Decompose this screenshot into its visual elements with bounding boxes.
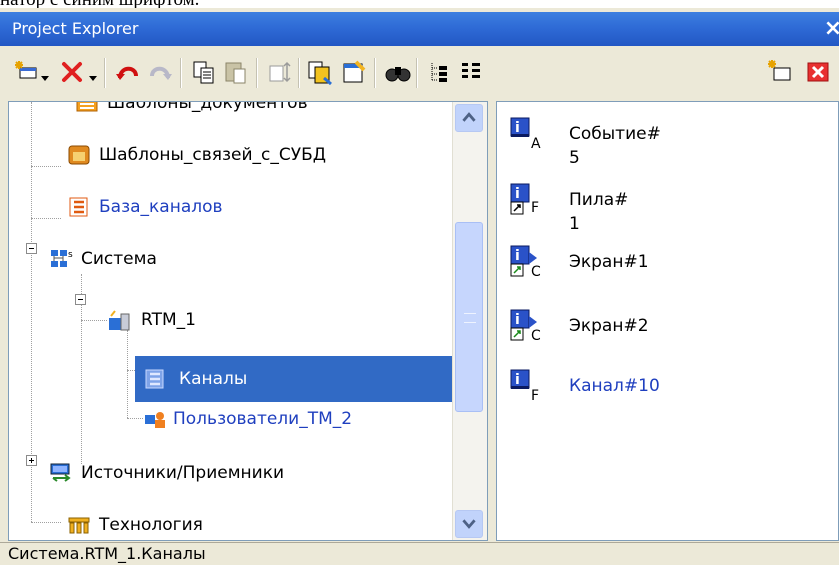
tree-item-label: Система — [81, 249, 157, 269]
svg-text:C: C — [531, 264, 541, 280]
list-item-label: Событие# 5 — [569, 124, 661, 168]
new-window-icon[interactable] — [766, 58, 794, 86]
status-bar: Система.RTM_1.Каналы — [0, 542, 839, 565]
status-path: Система.RTM_1.Каналы — [8, 544, 206, 563]
tree-item-channels[interactable]: Каналы — [135, 356, 455, 402]
svg-text:s: s — [68, 250, 73, 260]
system-network-icon: s — [49, 247, 73, 271]
window-title: Project Explorer — [12, 19, 139, 38]
database-template-icon — [67, 143, 91, 167]
svg-text:i: i — [515, 120, 520, 136]
project-tree[interactable]: Шаблоны_документов Шаблоны_связей_с_СУБД… — [8, 101, 488, 541]
project-explorer-window: Project Explorer × Шаблоны_документов Ша… — [0, 8, 839, 565]
list-item-label: Канал#10 — [569, 376, 660, 396]
delete-icon[interactable] — [58, 58, 86, 86]
screen-channel-icon: iC — [507, 306, 547, 346]
tree-item-label: Шаблоны_документов — [107, 101, 308, 113]
svg-text:i: i — [515, 312, 520, 328]
new-item-icon[interactable] — [12, 58, 40, 86]
list-view-icon[interactable] — [458, 58, 486, 86]
template-folder-icon — [75, 102, 99, 115]
copy-icon[interactable] — [190, 58, 218, 86]
rtm-server-icon — [107, 308, 131, 332]
saw-channel-icon: iF — [507, 180, 547, 220]
chevron-down-icon — [462, 519, 476, 529]
find-icon[interactable] — [384, 58, 412, 86]
list-item-label: Экран#2 — [569, 316, 649, 336]
sources-receivers-icon — [49, 461, 73, 485]
close-icon[interactable]: × — [821, 12, 839, 46]
tree-item-label: Источники/Приемники — [81, 463, 285, 483]
sort-icon[interactable] — [266, 58, 294, 86]
channel-base-icon — [67, 195, 91, 219]
svg-text:A: A — [531, 136, 541, 152]
undo-icon[interactable] — [114, 58, 142, 86]
svg-text:i: i — [515, 372, 520, 388]
redo-icon[interactable] — [146, 58, 174, 86]
list-item-label: Пила# 1 — [569, 190, 629, 234]
channel-list[interactable]: iA Событие# 5 iF Пила# 1 iC Экран#1 iC Э… — [496, 101, 839, 541]
chevron-up-icon — [462, 112, 476, 122]
tree-view-icon[interactable] — [426, 58, 454, 86]
channel-icon: iF — [507, 366, 547, 406]
users-icon — [143, 407, 167, 431]
scroll-down-button[interactable] — [455, 510, 483, 538]
list-item-label: Экран#1 — [569, 252, 649, 272]
svg-text:F: F — [531, 388, 539, 404]
toolbar — [0, 48, 839, 100]
tree-item-label: Технология — [99, 515, 203, 535]
event-channel-icon: iA — [507, 114, 547, 154]
collapse-rtm-icon[interactable] — [75, 294, 86, 305]
tree-scrollbar[interactable] — [452, 102, 487, 540]
svg-text:i: i — [515, 248, 520, 264]
svg-text:C: C — [531, 328, 541, 344]
caption-fragment: натор с синим шрифтом. — [0, 0, 839, 8]
screen-channel-icon: iC — [507, 242, 547, 282]
close-window-icon[interactable] — [804, 58, 832, 86]
properties-icon[interactable] — [340, 58, 368, 86]
title-bar: Project Explorer × — [0, 12, 839, 46]
scroll-up-button[interactable] — [455, 104, 483, 132]
copy-template-icon[interactable] — [306, 58, 334, 86]
tree-item-label: База_каналов — [99, 197, 223, 217]
scroll-thumb[interactable] — [455, 222, 483, 412]
collapse-system-icon[interactable] — [26, 243, 37, 254]
tree-item-label: Пользователи_ТМ_2 — [173, 409, 353, 429]
tree-item-label: RTM_1 — [141, 310, 196, 330]
new-item-dropdown-icon[interactable] — [40, 68, 50, 81]
tree-item-label: Каналы — [179, 369, 248, 389]
channels-icon — [143, 367, 167, 391]
delete-dropdown-icon[interactable] — [88, 68, 98, 81]
expand-sources-icon[interactable] — [26, 455, 37, 466]
svg-text:i: i — [515, 186, 520, 202]
tree-item-label: Шаблоны_связей_с_СУБД — [99, 145, 327, 165]
svg-text:F: F — [531, 200, 539, 216]
technology-icon — [67, 513, 91, 537]
paste-icon[interactable] — [222, 58, 250, 86]
